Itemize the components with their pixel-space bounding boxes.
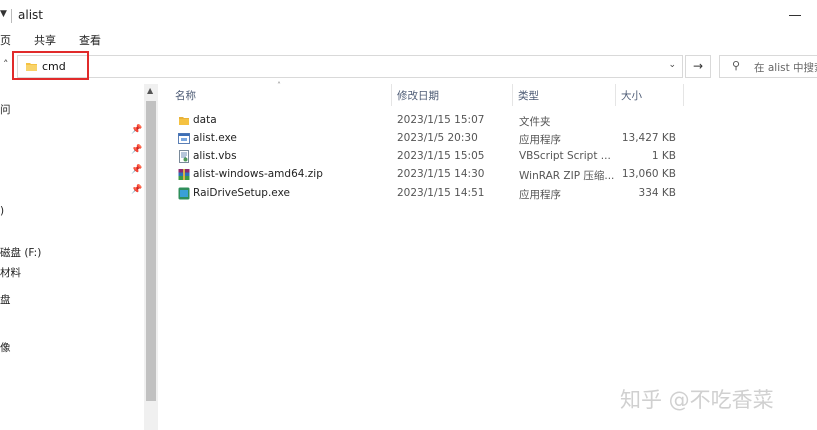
file-row[interactable]: alist-windows-amd64.zip 2023/1/15 14:30 … <box>170 166 690 184</box>
column-separator[interactable] <box>512 84 513 106</box>
column-separator[interactable] <box>391 84 392 106</box>
tab-home[interactable]: 页 <box>0 32 11 48</box>
address-input[interactable] <box>42 58 642 75</box>
column-header-size[interactable]: 大小 <box>621 88 642 108</box>
pin-icon[interactable]: 📌 <box>131 185 142 195</box>
navigation-pane: 问 📌 📌 📌 📌 ) 磁盘 (F:) 材料 盘 像 <box>0 84 158 430</box>
quick-access-dropdown-icon[interactable]: ▼ <box>0 9 7 19</box>
nav-item-image[interactable]: 像 <box>0 340 11 355</box>
file-name: data <box>193 114 217 126</box>
file-date: 2023/1/15 15:05 <box>397 150 485 162</box>
pin-icon[interactable]: 📌 <box>131 125 142 135</box>
search-placeholder: 在 alist 中搜索 <box>754 62 817 74</box>
nav-item-drive-f[interactable]: 磁盘 (F:) <box>0 245 41 260</box>
minimize-button[interactable] <box>787 7 817 23</box>
file-size: 13,427 KB <box>621 132 676 144</box>
folder-icon <box>179 117 189 125</box>
window-title: alist <box>18 8 43 22</box>
scroll-up-icon[interactable]: ▲ <box>147 86 153 95</box>
file-size: 1 KB <box>651 150 676 162</box>
column-separator[interactable] <box>683 84 684 106</box>
file-type: 应用程序 <box>519 189 561 201</box>
title-bar: ▼ alist <box>0 0 817 30</box>
pin-icon[interactable]: 📌 <box>131 165 142 175</box>
file-row[interactable]: alist.vbs 2023/1/15 15:05 VBScript Scrip… <box>170 148 690 166</box>
highlight-box <box>12 51 89 80</box>
scrollbar-thumb[interactable] <box>146 101 156 401</box>
file-row[interactable]: data 2023/1/15 15:07 文件夹 <box>170 112 690 130</box>
file-date: 2023/1/15 14:30 <box>397 168 485 180</box>
sort-caret-icon: ˄ <box>277 81 281 90</box>
up-arrow-icon[interactable]: ˄ <box>3 58 9 71</box>
file-size: 334 KB <box>638 187 676 199</box>
file-type: 应用程序 <box>519 134 561 146</box>
nav-scrollbar[interactable]: ▲ <box>144 84 158 430</box>
arrow-right-icon: → <box>692 59 704 73</box>
tab-view[interactable]: 查看 <box>79 32 101 48</box>
nav-item-disk[interactable]: 盘 <box>0 292 11 307</box>
file-row[interactable]: RaiDriveSetup.exe 2023/1/15 14:51 应用程序 3… <box>170 185 690 203</box>
search-icon: ⚲ <box>732 59 741 72</box>
vbs-icon <box>179 150 189 163</box>
file-size: 13,060 KB <box>621 168 676 180</box>
search-box[interactable]: ⚲ 在 alist 中搜索 <box>719 55 817 78</box>
chevron-down-icon[interactable]: ⌄ <box>668 60 676 70</box>
file-date: 2023/1/15 15:07 <box>397 114 485 126</box>
tab-share[interactable]: 共享 <box>34 32 56 48</box>
file-name: alist.vbs <box>193 150 237 162</box>
file-name: RaiDriveSetup.exe <box>193 187 290 199</box>
column-separator[interactable] <box>615 84 616 106</box>
column-header-type[interactable]: 类型 <box>518 88 539 108</box>
winrar-icon <box>178 169 190 180</box>
watermark: 知乎 @不吃香菜 <box>620 388 774 412</box>
file-name: alist-windows-amd64.zip <box>193 168 323 180</box>
nav-item-material[interactable]: 材料 <box>0 265 21 280</box>
pin-icon[interactable]: 📌 <box>131 145 142 155</box>
nav-item-access[interactable]: 问 <box>0 102 11 117</box>
file-date: 2023/1/5 20:30 <box>397 132 478 144</box>
address-row: ˄ ⌄ → ⚲ 在 alist 中搜索 <box>0 50 817 82</box>
nav-item-paren[interactable]: ) <box>0 205 4 217</box>
exe-icon <box>178 133 190 144</box>
address-bar[interactable]: ⌄ <box>17 55 683 78</box>
column-header-date[interactable]: 修改日期 <box>397 88 439 108</box>
file-type: 文件夹 <box>519 116 551 128</box>
column-header-name[interactable]: 名称 <box>175 88 196 108</box>
ribbon-tabs: 页 共享 查看 <box>0 30 817 48</box>
go-button[interactable]: → <box>685 55 711 78</box>
file-date: 2023/1/15 14:51 <box>397 187 485 199</box>
explorer-window: ▼ alist 页 共享 查看 ˄ ⌄ → ⚲ 在 alist 中搜索 问 📌 … <box>0 0 817 430</box>
file-row[interactable]: alist.exe 2023/1/5 20:30 应用程序 13,427 KB <box>170 130 690 148</box>
title-separator <box>11 9 12 23</box>
raidrive-icon <box>178 187 190 200</box>
file-name: alist.exe <box>193 132 237 144</box>
